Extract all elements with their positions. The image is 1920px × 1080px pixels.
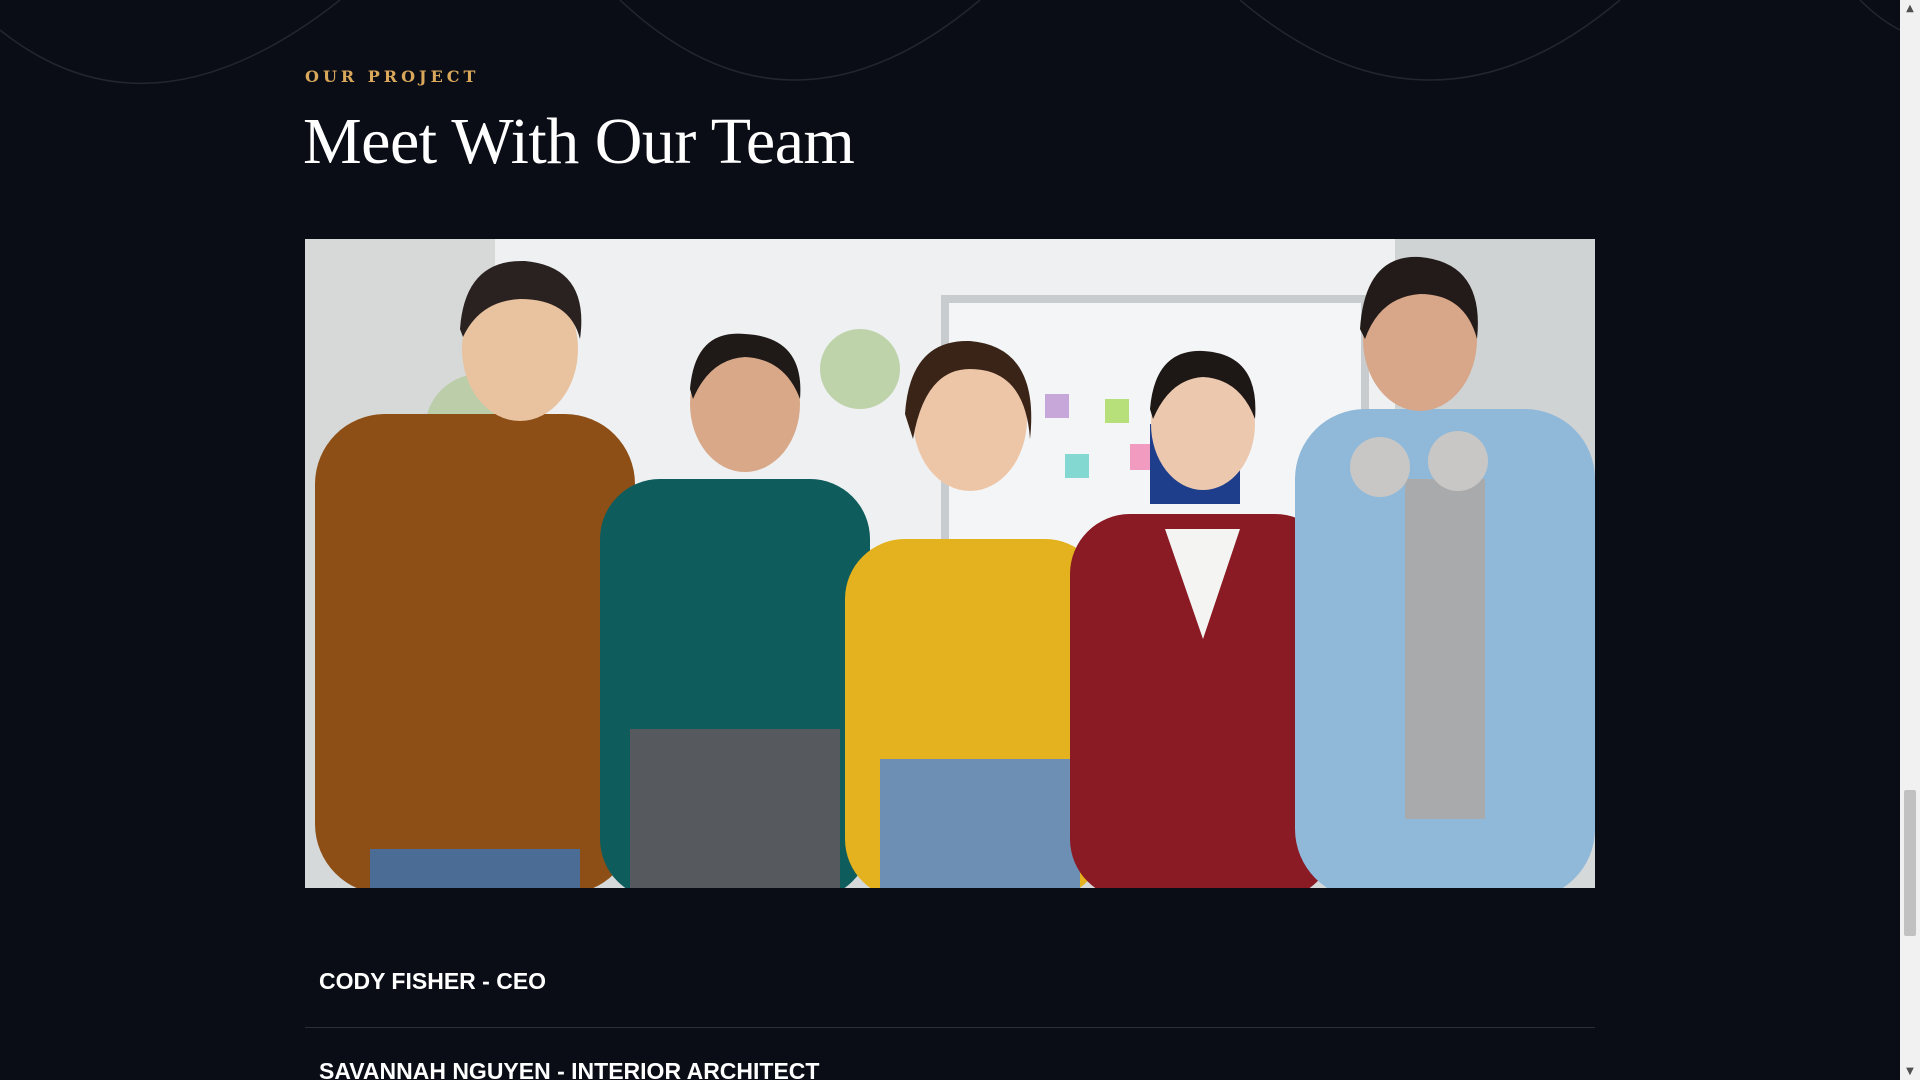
divider — [305, 1027, 1595, 1028]
scroll-up-arrow-icon[interactable]: ▲ — [1900, 0, 1920, 17]
scrollbar-thumb[interactable] — [1904, 790, 1916, 936]
page: OUR PROJECT Meet With Our Team CODY FISH… — [0, 0, 1900, 1080]
decorative-arcs — [0, 0, 1900, 85]
team-photo — [305, 239, 1595, 888]
vertical-scrollbar[interactable]: ▲ ▼ — [1900, 0, 1920, 1080]
scroll-down-arrow-icon[interactable]: ▼ — [1900, 1063, 1920, 1080]
section-eyebrow: OUR PROJECT — [305, 67, 480, 86]
team-member-item[interactable]: CODY FISHER - CEO — [305, 968, 1595, 995]
team-member-item[interactable]: SAVANNAH NGUYEN - INTERIOR ARCHITECT — [305, 1058, 1595, 1080]
section-title: Meet With Our Team — [303, 105, 855, 178]
